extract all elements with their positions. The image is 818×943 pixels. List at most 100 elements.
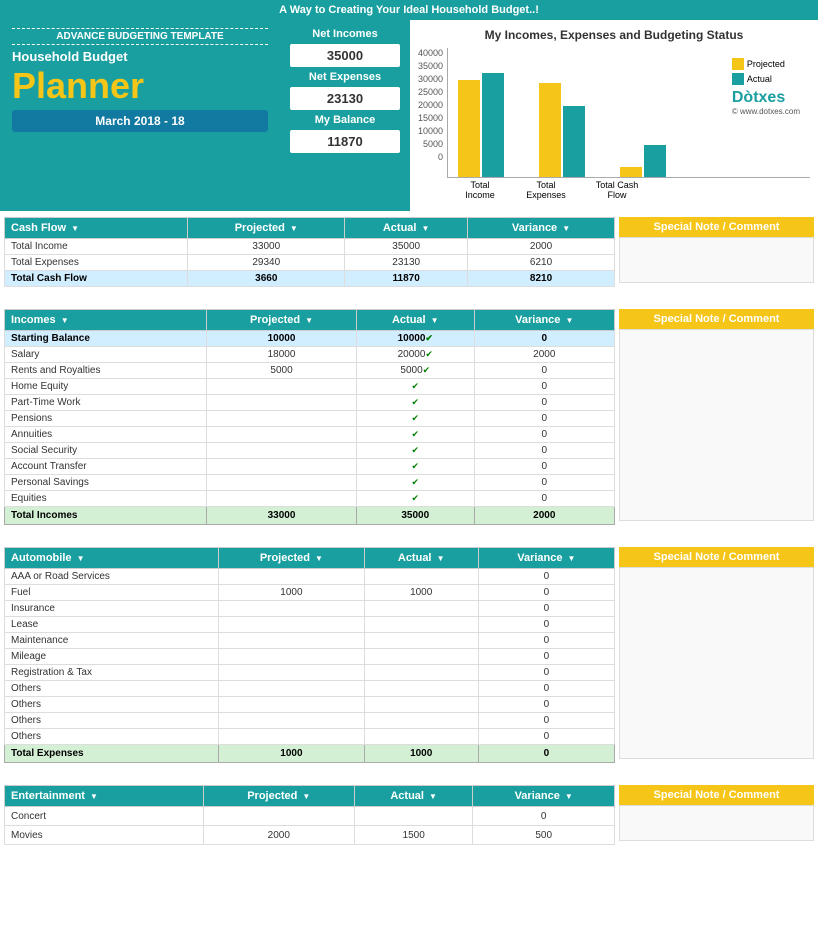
row-actual: 20000✔ <box>357 347 474 363</box>
incomes-table: Incomes ▼ Projected ▼ Actual ▼ Variance … <box>4 309 615 525</box>
incomes-table-wrapper: Incomes ▼ Projected ▼ Actual ▼ Variance … <box>4 309 814 525</box>
incomes-note-body[interactable] <box>619 329 814 521</box>
row-projected <box>207 459 357 475</box>
bar-cashflow-projected <box>620 167 642 177</box>
entertainment-col-projected[interactable]: Projected ▼ <box>203 786 354 807</box>
row-actual <box>364 697 478 713</box>
table-row: Salary 18000 20000✔ 2000 <box>5 347 615 363</box>
row-variance: 0 <box>478 601 614 617</box>
entertainment-note-body[interactable] <box>619 805 814 841</box>
cash-flow-title[interactable]: Cash Flow ▼ <box>5 218 188 239</box>
automobile-title[interactable]: Automobile ▼ <box>5 548 219 569</box>
entertainment-side-note: Special Note / Comment <box>619 785 814 845</box>
entertainment-col-variance[interactable]: Variance ▼ <box>473 786 615 807</box>
row-variance: 0 <box>474 459 614 475</box>
cash-flow-col-variance[interactable]: Variance ▼ <box>468 218 615 239</box>
row-projected: 5000 <box>207 363 357 379</box>
incomes-col-projected[interactable]: Projected ▼ <box>207 310 357 331</box>
row-actual: ✔ <box>357 443 474 459</box>
row-actual <box>364 713 478 729</box>
table-row: Total Expenses 29340 23130 6210 <box>5 255 615 271</box>
total-label: Total Expenses <box>5 745 219 763</box>
row-variance: 6210 <box>468 255 615 271</box>
row-label: Movies <box>5 826 204 845</box>
row-label: Others <box>5 713 219 729</box>
automobile-col-projected[interactable]: Projected ▼ <box>219 548 365 569</box>
table-row: Pensions ✔ 0 <box>5 411 615 427</box>
table-row: Concert 0 <box>5 807 615 826</box>
cash-flow-table: Cash Flow ▼ Projected ▼ Actual ▼ Varianc… <box>4 217 615 287</box>
entertainment-title[interactable]: Entertainment ▼ <box>5 786 204 807</box>
row-projected <box>203 807 354 826</box>
automobile-col-variance[interactable]: Variance ▼ <box>478 548 614 569</box>
automobile-table-wrapper: Automobile ▼ Projected ▼ Actual ▼ Varian… <box>4 547 814 763</box>
row-label: Maintenance <box>5 633 219 649</box>
table-row: Total Income 33000 35000 2000 <box>5 239 615 255</box>
table-row: Others 0 <box>5 697 615 713</box>
row-label: Starting Balance <box>5 331 207 347</box>
row-label: Annuities <box>5 427 207 443</box>
incomes-side-note: Special Note / Comment <box>619 309 814 525</box>
row-variance: 0 <box>478 617 614 633</box>
table-row: Starting Balance 10000 10000✔ 0 <box>5 331 615 347</box>
chart-legend: Projected Actual Dòtxes © www.dotxes.com <box>732 58 800 116</box>
row-projected <box>207 379 357 395</box>
row-actual: 11870 <box>345 271 468 287</box>
date-box: March 2018 - 18 <box>12 110 268 132</box>
chart-bars-area: Total Income Total Expenses Total Cash F… <box>447 48 810 203</box>
table-row: Insurance 0 <box>5 601 615 617</box>
table-row: Rents and Royalties 5000 5000✔ 0 <box>5 363 615 379</box>
legend-projected-color <box>732 58 744 70</box>
balance-label: My Balance <box>315 114 376 126</box>
incomes-col-variance[interactable]: Variance ▼ <box>474 310 614 331</box>
cash-flow-col-actual[interactable]: Actual ▼ <box>345 218 468 239</box>
incomes-note-header: Special Note / Comment <box>619 309 814 329</box>
row-actual <box>364 729 478 745</box>
balance-value: 11870 <box>290 130 400 153</box>
table-row: Account Transfer ✔ 0 <box>5 459 615 475</box>
total-projected: 1000 <box>219 745 365 763</box>
cash-flow-note-body[interactable] <box>619 237 814 283</box>
automobile-table: Automobile ▼ Projected ▼ Actual ▼ Varian… <box>4 547 615 763</box>
row-label: Concert <box>5 807 204 826</box>
incomes-col-actual[interactable]: Actual ▼ <box>357 310 474 331</box>
cash-flow-col-projected[interactable]: Projected ▼ <box>188 218 345 239</box>
row-variance: 8210 <box>468 271 615 287</box>
bar-income-actual <box>482 73 504 177</box>
total-projected: 33000 <box>207 507 357 525</box>
bar-expenses-projected <box>539 83 561 177</box>
cash-flow-dropdown[interactable]: ▼ <box>71 224 79 233</box>
chart-label-income: Total Income <box>457 180 503 200</box>
row-variance: 0 <box>474 411 614 427</box>
row-label: Rents and Royalties <box>5 363 207 379</box>
row-variance: 2000 <box>468 239 615 255</box>
row-projected <box>219 601 365 617</box>
left-header: ADVANCE BUDGETING TEMPLATE Household Bud… <box>0 20 280 211</box>
automobile-col-actual[interactable]: Actual ▼ <box>364 548 478 569</box>
incomes-title[interactable]: Incomes ▼ <box>5 310 207 331</box>
chart-group-expenses <box>539 83 585 177</box>
row-label: Registration & Tax <box>5 665 219 681</box>
row-actual <box>364 633 478 649</box>
row-label: Part-Time Work <box>5 395 207 411</box>
row-variance: 0 <box>478 697 614 713</box>
table-row: Others 0 <box>5 729 615 745</box>
automobile-note-body[interactable] <box>619 567 814 759</box>
table-row: Lease 0 <box>5 617 615 633</box>
row-projected <box>219 729 365 745</box>
total-row: Total Expenses 1000 1000 0 <box>5 745 615 763</box>
row-label: Total Cash Flow <box>5 271 188 287</box>
row-projected <box>219 665 365 681</box>
incomes-header-row: Incomes ▼ Projected ▼ Actual ▼ Variance … <box>5 310 615 331</box>
row-actual: 35000 <box>345 239 468 255</box>
center-header: Net Incomes 35000 Net Expenses 23130 My … <box>280 20 410 211</box>
legend-actual: Actual <box>732 73 800 85</box>
row-projected: 3660 <box>188 271 345 287</box>
total-actual: 35000 <box>357 507 474 525</box>
table-row: Social Security ✔ 0 <box>5 443 615 459</box>
row-actual <box>354 807 472 826</box>
cash-flow-note-header: Special Note / Comment <box>619 217 814 237</box>
row-actual: 10000✔ <box>357 331 474 347</box>
table-row: Registration & Tax 0 <box>5 665 615 681</box>
entertainment-col-actual[interactable]: Actual ▼ <box>354 786 472 807</box>
